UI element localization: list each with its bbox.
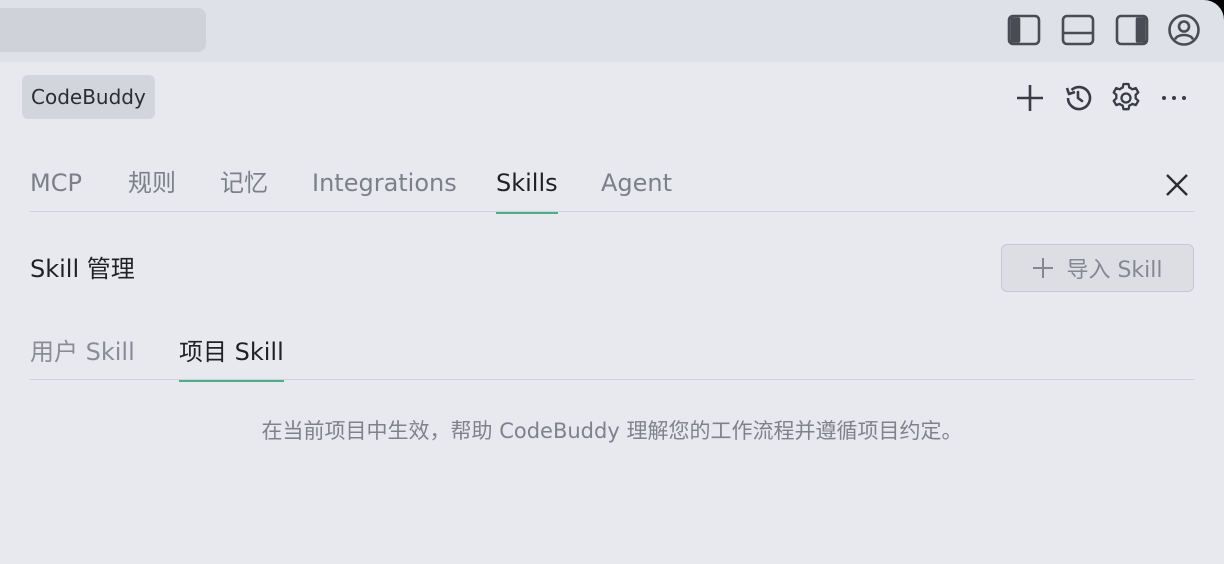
section-title: Skill 管理 — [30, 255, 135, 283]
settings-tabs: MCP 规则 记忆 Integrations Skills Agent — [30, 160, 1194, 214]
panel-left-icon[interactable] — [1006, 12, 1042, 48]
tab-memory[interactable]: 记忆 — [220, 160, 268, 212]
gear-icon[interactable] — [1106, 78, 1146, 118]
skill-scope-tabs: 用户 Skill 项目 Skill — [30, 330, 1194, 382]
panel-right-icon[interactable] — [1114, 12, 1150, 48]
tab-project-skill[interactable]: 项目 Skill — [179, 330, 284, 382]
skill-description: 在当前项目中生效，帮助 CodeBuddy 理解您的工作流程并遵循项目约定。 — [261, 419, 963, 443]
title-search-field[interactable] — [0, 8, 206, 52]
close-icon[interactable] — [1160, 168, 1194, 202]
tab-skills[interactable]: Skills — [496, 160, 558, 214]
import-skill-button[interactable]: 导入 Skill — [1001, 244, 1194, 292]
plus-icon — [1032, 257, 1054, 279]
tab-integrations[interactable]: Integrations — [312, 160, 457, 212]
title-bar — [0, 0, 1224, 62]
import-skill-label: 导入 Skill — [1066, 258, 1163, 283]
window-corner — [1204, 0, 1224, 20]
codebuddy-chip[interactable]: CodeBuddy — [22, 75, 155, 119]
tab-agent[interactable]: Agent — [601, 160, 672, 212]
tab-mcp[interactable]: MCP — [30, 160, 82, 212]
tab-rules[interactable]: 规则 — [128, 160, 176, 212]
history-icon[interactable] — [1058, 78, 1098, 118]
more-icon[interactable] — [1154, 78, 1194, 118]
plus-icon[interactable] — [1010, 78, 1050, 118]
panel-bottom-icon[interactable] — [1060, 12, 1096, 48]
tab-user-skill[interactable]: 用户 Skill — [30, 330, 135, 380]
account-icon[interactable] — [1166, 12, 1202, 48]
